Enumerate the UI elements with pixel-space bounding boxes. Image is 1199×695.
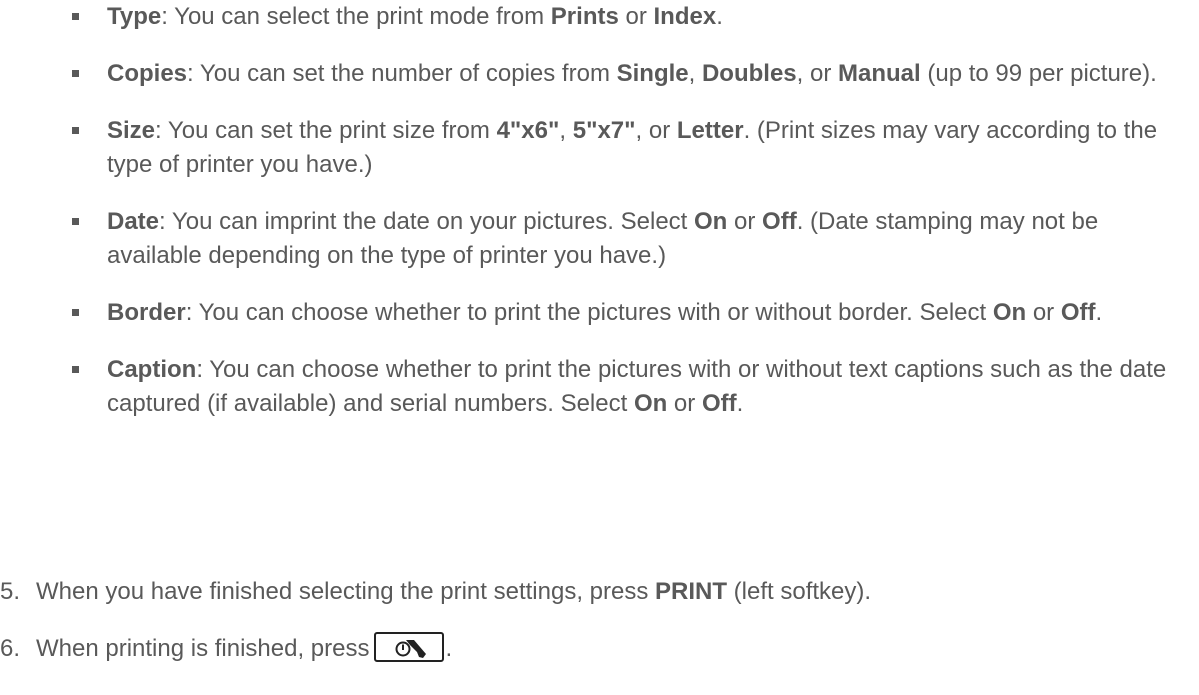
square-bullet-icon [72, 70, 79, 77]
bullet-text: Caption: You can choose whether to print… [107, 353, 1182, 421]
bullet-segment: , [688, 60, 702, 87]
bullet-segment: , or [635, 117, 677, 144]
square-bullet-icon [72, 127, 79, 134]
list-item: Caption: You can choose whether to print… [72, 353, 1182, 421]
bullet-term: Border [107, 299, 186, 326]
bullet-term: Size [107, 117, 156, 144]
step-number: 5. [0, 578, 21, 605]
square-bullet-icon [72, 366, 79, 373]
softkey-label: PRINT [655, 578, 728, 605]
bold-option: Off [762, 208, 797, 235]
bullet-segment: : You can set the print size from [155, 117, 497, 144]
step-item: 6. When printing is finished, press . [0, 631, 1199, 666]
bullet-term: Date [107, 208, 160, 235]
bullet-segment: . [736, 390, 744, 417]
step-text: When printing is finished, press [36, 635, 370, 662]
bullet-segment: : You can imprint the date on your pictu… [159, 208, 695, 235]
bold-option: Letter [676, 117, 744, 144]
bullet-segment: or [1026, 299, 1061, 326]
bold-option: 4"x6" [496, 117, 560, 144]
step-text-suffix: . [445, 635, 453, 662]
bullet-segment: . [716, 3, 723, 30]
bullet-text: Border: You can choose whether to print … [107, 296, 1182, 330]
bullet-segment: , [559, 117, 573, 144]
bullet-text: Copies: You can set the number of copies… [107, 57, 1182, 91]
print-settings-list: Type: You can select the print mode from… [72, 0, 1182, 444]
document-page: Type: You can select the print mode from… [0, 0, 1199, 695]
bullet-segment: or [667, 390, 702, 417]
bullet-segment: , or [796, 60, 838, 87]
steps-list: 5. When you have finished selecting the … [0, 575, 1199, 689]
bullet-text: Date: You can imprint the date on your p… [107, 205, 1182, 273]
list-item: Date: You can imprint the date on your p… [72, 205, 1182, 273]
bullet-segment: or [727, 208, 763, 235]
step-text: When you have finished selecting the pri… [36, 578, 656, 605]
bold-option: On [992, 299, 1027, 326]
bold-option: Manual [838, 60, 921, 87]
bullet-term: Copies [107, 60, 188, 87]
bold-option: Off [701, 390, 737, 417]
list-item: Copies: You can set the number of copies… [72, 57, 1182, 91]
bullet-term: Type [107, 3, 162, 30]
bullet-segment: : You can set the number of copies from [187, 60, 617, 87]
list-item: Type: You can select the print mode from… [72, 0, 1182, 34]
list-item: Size: You can set the print size from 4"… [72, 114, 1182, 182]
list-item: Border: You can choose whether to print … [72, 296, 1182, 330]
step-number: 6. [0, 635, 21, 662]
bold-option: 5"x7" [572, 117, 636, 144]
end-call-power-icon [395, 639, 426, 658]
bullet-segment: . [1095, 299, 1103, 326]
step-text-suffix: (left softkey). [727, 578, 872, 605]
step-item: 5. When you have finished selecting the … [0, 575, 1199, 609]
bullet-segment: (up to 99 per picture). [920, 60, 1157, 87]
square-bullet-icon [72, 13, 79, 20]
bullet-segment: : You can select the print mode from [161, 3, 551, 30]
square-bullet-icon [72, 309, 79, 316]
bullet-text: Type: You can select the print mode from… [107, 0, 1182, 34]
bold-option: Off [1060, 299, 1096, 326]
bullet-segment: : You can choose whether to print the pi… [185, 299, 993, 326]
bullet-segment: or [618, 3, 654, 30]
bold-option: Doubles [701, 60, 797, 87]
bullet-term: Caption [107, 356, 197, 383]
bold-option: Single [616, 60, 689, 87]
end-key-button [373, 631, 444, 662]
bold-option: Prints [550, 3, 619, 30]
bullet-text: Size: You can set the print size from 4"… [107, 114, 1182, 182]
bold-option: On [694, 208, 728, 235]
bold-option: On [633, 390, 668, 417]
bold-option: Index [653, 3, 717, 30]
square-bullet-icon [72, 218, 79, 225]
